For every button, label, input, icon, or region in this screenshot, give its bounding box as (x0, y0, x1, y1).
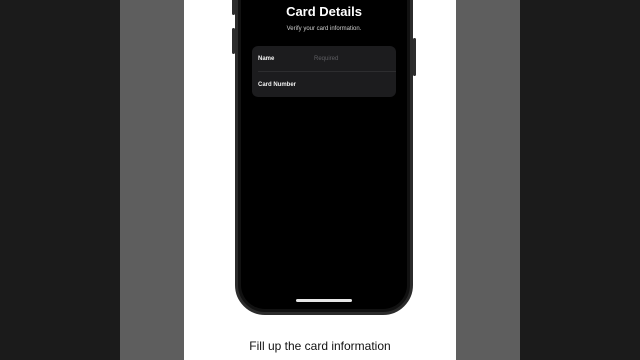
right-letterbox-band (456, 0, 520, 360)
page-subtitle: Verify your card information. (286, 26, 362, 32)
card-number-label: Card Number (258, 81, 297, 88)
page-title: Card Details (286, 4, 362, 19)
name-label: Name (258, 55, 275, 62)
home-indicator[interactable] (296, 299, 352, 302)
name-field[interactable]: Required (314, 56, 338, 62)
name-row[interactable]: Name Required (252, 46, 396, 71)
left-letterbox-band (120, 0, 184, 360)
phone-side-button-right (413, 38, 416, 76)
card-number-row[interactable]: Card Number (252, 72, 396, 97)
caption-text: Fill up the card information (249, 339, 391, 353)
card-details-form: Name Required Card Number (252, 46, 396, 97)
